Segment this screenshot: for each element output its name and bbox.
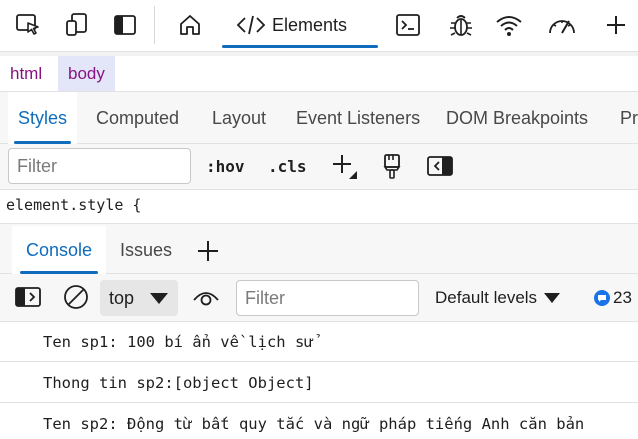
toggle-sidebar-icon[interactable]: [424, 150, 456, 182]
log-levels-label: Default levels: [435, 288, 538, 307]
log-levels-dropdown[interactable]: Default levels: [435, 280, 561, 316]
console-messages: Ten sp1: 100 bí ẩn về lịch sử Thong tin …: [0, 322, 638, 439]
breadcrumb-body[interactable]: body: [58, 56, 115, 91]
active-tab-indicator: [222, 45, 378, 48]
console-toolbar: top Default levels 23: [0, 274, 638, 322]
message-bubble-icon: [594, 290, 610, 306]
context-selector[interactable]: top: [100, 280, 178, 316]
message-count: 23: [613, 288, 632, 307]
class-toggle[interactable]: .cls: [268, 148, 307, 184]
styles-filter-input[interactable]: [8, 148, 191, 184]
breadcrumb: html body: [0, 56, 638, 92]
styles-pane-tabs: Styles Computed Layout Event Listeners D…: [0, 92, 638, 144]
element-style-selector: element.style {: [6, 196, 142, 214]
tab-elements[interactable]: Elements: [222, 2, 378, 48]
tab-elements-label: Elements: [272, 14, 348, 35]
tab-styles-label: Styles: [18, 107, 68, 128]
tab-console[interactable]: Console: [12, 226, 106, 274]
dropdown-triangle-icon: [150, 293, 168, 304]
devtools-toolbar: Elements: [0, 0, 638, 52]
styles-filter-bar: :hov .cls: [0, 144, 638, 190]
console-message[interactable]: Thong tin sp2:[object Object]: [0, 363, 638, 403]
clear-console-icon[interactable]: [61, 282, 91, 312]
element-style-rule[interactable]: element.style {: [0, 190, 638, 224]
console-message[interactable]: Ten sp1: 100 bí ẩn về lịch sử: [0, 322, 638, 362]
context-selector-label: top: [109, 287, 135, 308]
live-expression-eye-icon[interactable]: [191, 282, 221, 312]
new-style-rule-icon[interactable]: [328, 150, 360, 182]
console-message-text: Thong tin sp2:[object Object]: [43, 374, 314, 392]
tab-properties-truncated[interactable]: Pr: [620, 92, 638, 144]
tab-computed[interactable]: Computed: [96, 92, 179, 144]
toolbar-divider: [154, 6, 155, 44]
tab-console-label: Console: [25, 239, 93, 260]
add-drawer-tab-plus-icon[interactable]: [193, 236, 223, 266]
show-console-sidebar-icon[interactable]: [13, 282, 43, 312]
tab-dom-breakpoints[interactable]: DOM Breakpoints: [446, 92, 588, 144]
welcome-home-icon[interactable]: [174, 8, 206, 42]
tab-layout[interactable]: Layout: [212, 92, 266, 144]
hover-state-toggle[interactable]: :hov: [206, 148, 245, 184]
drawer-tabs: Console Issues: [0, 224, 638, 274]
tab-event-listeners[interactable]: Event Listeners: [296, 92, 420, 144]
sources-bug-icon[interactable]: [445, 8, 477, 42]
paint-brush-icon[interactable]: [376, 150, 408, 182]
device-emulation-icon[interactable]: [61, 8, 93, 42]
breadcrumb-html[interactable]: html: [0, 56, 52, 91]
performance-gauge-icon[interactable]: [546, 8, 578, 42]
dropdown-triangle-icon: [544, 293, 561, 303]
console-message-text: Ten sp2: Động từ bất quy tắc và ngữ pháp…: [43, 415, 585, 433]
console-message-text: Ten sp1: 100 bí ẩn về lịch sử: [43, 333, 314, 351]
tab-styles[interactable]: Styles: [8, 92, 78, 144]
message-count-badge[interactable]: 23: [594, 280, 632, 316]
network-wifi-icon[interactable]: [493, 8, 525, 42]
console-tab-icon[interactable]: [392, 8, 424, 42]
code-brackets-icon: [236, 13, 268, 37]
console-message[interactable]: Ten sp2: Động từ bất quy tắc và ngữ pháp…: [0, 404, 638, 439]
console-filter-input[interactable]: [236, 280, 419, 316]
inspect-icon[interactable]: [12, 8, 44, 42]
dock-side-icon[interactable]: [109, 8, 141, 42]
tab-issues[interactable]: Issues: [120, 226, 172, 274]
more-tools-plus-icon[interactable]: [600, 8, 632, 42]
